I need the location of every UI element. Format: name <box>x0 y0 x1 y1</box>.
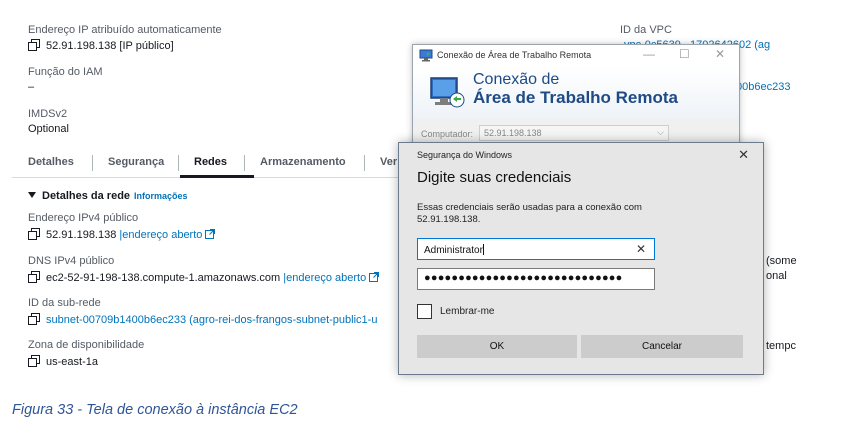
remote-desktop-icon <box>419 49 433 62</box>
rdp-banner: Conexão de Área de Trabalho Remota <box>413 67 739 119</box>
external-link-icon[interactable] <box>205 229 216 239</box>
open-address-link[interactable]: |endereço aberto <box>119 229 202 241</box>
imds-label: IMDSv2 <box>28 108 68 120</box>
rdp-titlebar[interactable]: Conexão de Área de Trabalho Remota — ☐ ✕ <box>413 45 739 67</box>
right-fragment-3: tempc <box>766 340 796 352</box>
credentials-description: Essas credenciais serão usadas para a co… <box>417 202 642 213</box>
right-fragment-1: (some <box>766 255 797 267</box>
rdp-window-title: Conexão de Área de Trabalho Remota <box>437 50 592 60</box>
vpc-label: ID da VPC <box>620 24 672 36</box>
username-field[interactable]: Administrator ✕ <box>417 238 655 260</box>
remote-desktop-window: Conexão de Área de Trabalho Remota — ☐ ✕… <box>412 44 740 157</box>
auto-ip-text: 52.91.198.138 [IP público] <box>46 40 174 52</box>
info-link[interactable]: Informações <box>134 191 188 201</box>
open-address-link[interactable]: |endereço aberto <box>283 272 366 284</box>
remember-me-label[interactable]: Lembrar-me <box>440 306 494 317</box>
public-dns-value: ec2-52-91-198-138.compute-1.amazonaws.co… <box>28 271 380 284</box>
rdp-heading-line2: Área de Trabalho Remota <box>473 88 679 107</box>
copy-icon[interactable] <box>28 313 40 325</box>
text-cursor <box>482 244 484 255</box>
clear-input-icon[interactable]: ✕ <box>636 242 646 256</box>
copy-icon[interactable] <box>28 355 40 367</box>
computer-value: 52.91.198.138 <box>484 128 542 138</box>
tab-overflow[interactable]: Ver <box>380 156 397 168</box>
tab-divider <box>92 155 93 171</box>
right-fragment-2: onal <box>766 270 787 282</box>
subnet-link[interactable]: subnet-00709b1400b6ec233 (agro-rei-dos-f… <box>46 314 377 326</box>
iam-value: – <box>28 81 35 93</box>
az-value: us-east-1a <box>28 355 98 368</box>
copy-icon[interactable] <box>28 271 40 283</box>
tab-armazenamento[interactable]: Armazenamento <box>260 156 346 168</box>
public-dns-label: DNS IPv4 público <box>28 255 115 267</box>
remember-me-checkbox[interactable] <box>417 304 432 319</box>
tab-divider <box>364 155 365 171</box>
collapse-triangle-icon <box>28 192 36 198</box>
password-field[interactable]: ●●●●●●●●●●●●●●●●●●●●●●●●●●●●● <box>417 268 655 290</box>
computer-label: Computador: <box>421 129 474 139</box>
windows-security-dialog: Segurança do Windows ✕ Digite suas crede… <box>398 142 764 375</box>
tab-seguranca[interactable]: Segurança <box>108 156 164 168</box>
username-value: Administrator <box>424 245 483 256</box>
tab-redes[interactable]: Redes <box>194 156 227 168</box>
network-section-title[interactable]: Detalhes da rede Informações <box>28 190 188 202</box>
tab-divider <box>178 155 179 171</box>
subnet-value[interactable]: subnet-00709b1400b6ec233 (agro-rei-dos-f… <box>28 313 377 326</box>
figure-caption: Figura 33 - Tela de conexão à instância … <box>12 402 298 418</box>
copy-icon[interactable] <box>28 228 40 240</box>
dialog-close-button[interactable]: ✕ <box>738 147 749 163</box>
public-dns-text: ec2-52-91-198-138.compute-1.amazonaws.co… <box>46 272 281 284</box>
maximize-button[interactable]: ☐ <box>679 47 690 61</box>
iam-label: Função do IAM <box>28 66 103 78</box>
active-tab-indicator <box>180 175 254 178</box>
rdp-heading-line1: Conexão de <box>473 71 560 88</box>
network-section-title-text: Detalhes da rede <box>42 190 131 202</box>
external-link-icon[interactable] <box>369 272 380 282</box>
tab-detalhes[interactable]: Detalhes <box>28 156 74 168</box>
auto-ip-label: Endereço IP atribuído automaticamente <box>28 24 222 36</box>
public-ipv4-label: Endereço IPv4 público <box>28 212 139 224</box>
computer-combobox[interactable]: 52.91.198.138 ⌵ <box>479 125 669 141</box>
cancel-button[interactable]: Cancelar <box>581 335 743 358</box>
details-tabs: Detalhes Segurança Redes Armazenamento V… <box>12 150 422 178</box>
subnet-label: ID da sub-rede <box>28 297 101 309</box>
ok-button[interactable]: OK <box>417 335 577 358</box>
minimize-button[interactable]: — <box>643 47 655 61</box>
chevron-down-icon[interactable]: ⌵ <box>657 127 664 138</box>
remote-desktop-monitor-icon <box>430 77 465 108</box>
az-text: us-east-1a <box>46 356 98 368</box>
rdp-close-button[interactable]: ✕ <box>715 47 725 61</box>
az-label: Zona de disponibilidade <box>28 339 145 351</box>
dialog-title: Segurança do Windows <box>417 150 513 160</box>
copy-icon[interactable] <box>28 39 40 51</box>
credentials-heading: Digite suas credenciais <box>417 169 572 186</box>
tab-divider <box>244 155 245 171</box>
credentials-description-host: 52.91.198.138. <box>417 214 481 225</box>
imds-value: Optional <box>28 123 69 135</box>
public-ipv4-value: 52.91.198.138 |endereço aberto <box>28 228 216 241</box>
right-id-fragment[interactable]: 00b6ec233 <box>736 81 790 93</box>
public-ipv4-text: 52.91.198.138 <box>46 229 117 241</box>
auto-ip-value: 52.91.198.138 [IP público] <box>28 39 174 52</box>
